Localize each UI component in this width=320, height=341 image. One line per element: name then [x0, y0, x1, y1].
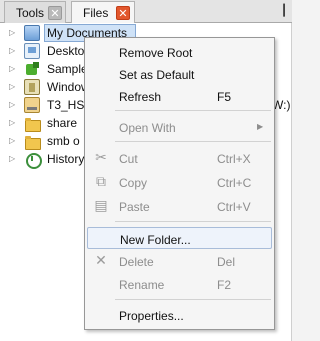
menu-item-label: Remove Root: [119, 46, 193, 60]
menu-item-refresh[interactable]: Refresh F5: [87, 85, 272, 107]
close-icon[interactable]: ✕: [48, 6, 62, 20]
history-icon: [24, 151, 42, 169]
tab-tools[interactable]: Tools ✕: [4, 1, 66, 23]
menu-item-shortcut: Del: [217, 255, 236, 269]
menu-item-delete[interactable]: ✕ Delete Del: [87, 250, 272, 272]
tree-item-label: smb o: [47, 134, 80, 148]
menu-item-label: Open With: [119, 121, 176, 135]
menu-item-copy[interactable]: ⧉ Copy Ctrl+C: [87, 171, 272, 193]
menu-separator: [115, 141, 271, 142]
menu-item-label: Copy: [119, 176, 148, 190]
menu-item-open-with[interactable]: Open With ▶: [87, 116, 272, 138]
menu-item-label: Refresh: [119, 90, 162, 104]
pin-icon[interactable]: ┃: [279, 4, 289, 18]
tab-bar: Tools ✕ Files ✕ ┃: [0, 0, 292, 24]
tab-files[interactable]: Files ✕: [71, 1, 135, 24]
menu-item-label: Cut: [119, 152, 138, 166]
menu-item-shortcut: F5: [217, 90, 232, 104]
delete-icon: ✕: [95, 253, 107, 269]
menu-item-label: Delete: [119, 255, 154, 269]
menu-item-remove-root[interactable]: Remove Root: [87, 41, 272, 63]
tab-files-label: Files: [83, 6, 109, 20]
menu-item-label: Set as Default: [119, 68, 195, 82]
expand-icon[interactable]: ▷: [9, 46, 18, 56]
tree-item-label: T3_HS: [47, 98, 85, 112]
menu-item-new-folder[interactable]: New Folder...: [87, 227, 272, 249]
paste-icon: ▤: [94, 198, 108, 214]
expand-icon[interactable]: ▷: [9, 64, 18, 74]
menu-item-shortcut: Ctrl+X: [217, 152, 251, 166]
expand-icon[interactable]: ▷: [9, 100, 18, 110]
folder-icon: [24, 133, 41, 150]
close-icon[interactable]: ✕: [116, 6, 130, 20]
menu-item-label: Rename: [119, 278, 165, 292]
folder-icon: [24, 115, 41, 132]
windows-icon: [24, 79, 40, 95]
samples-icon: [24, 61, 40, 77]
copy-icon: ⧉: [96, 174, 106, 190]
expand-icon[interactable]: ▷: [9, 28, 18, 38]
menu-separator: [115, 221, 271, 222]
expand-icon[interactable]: ▷: [9, 118, 18, 128]
tab-tools-label: Tools: [16, 5, 45, 20]
documents-icon: [24, 25, 40, 41]
menu-item-label: Properties...: [119, 309, 184, 323]
expand-icon[interactable]: ▷: [9, 154, 18, 164]
menu-item-rename[interactable]: Rename F2: [87, 273, 272, 295]
menu-separator: [115, 110, 271, 111]
tree-item-label: share: [47, 116, 78, 130]
menu-item-cut[interactable]: ✂ Cut Ctrl+X: [87, 147, 272, 169]
tree-item-label: History: [47, 152, 85, 166]
menu-item-shortcut: Ctrl+C: [217, 176, 252, 190]
menu-separator: [115, 299, 271, 300]
menu-item-shortcut: F2: [217, 278, 232, 292]
menu-item-paste[interactable]: ▤ Paste Ctrl+V: [87, 195, 272, 217]
menu-item-label: New Folder...: [120, 233, 191, 247]
menu-item-shortcut: Ctrl+V: [217, 200, 251, 214]
expand-icon[interactable]: ▷: [9, 82, 18, 92]
scissors-icon: ✂: [95, 150, 107, 166]
menu-item-set-as-default[interactable]: Set as Default: [87, 63, 272, 85]
expand-icon[interactable]: ▷: [9, 136, 18, 146]
menu-item-label: Paste: [119, 200, 150, 214]
desktop-icon: [24, 43, 40, 59]
context-menu: Remove Root Set as Default Refresh F5 Op…: [84, 37, 275, 330]
submenu-arrow-icon: ▶: [257, 122, 264, 131]
menu-item-properties[interactable]: Properties...: [87, 304, 272, 326]
drive-icon: [24, 97, 40, 113]
